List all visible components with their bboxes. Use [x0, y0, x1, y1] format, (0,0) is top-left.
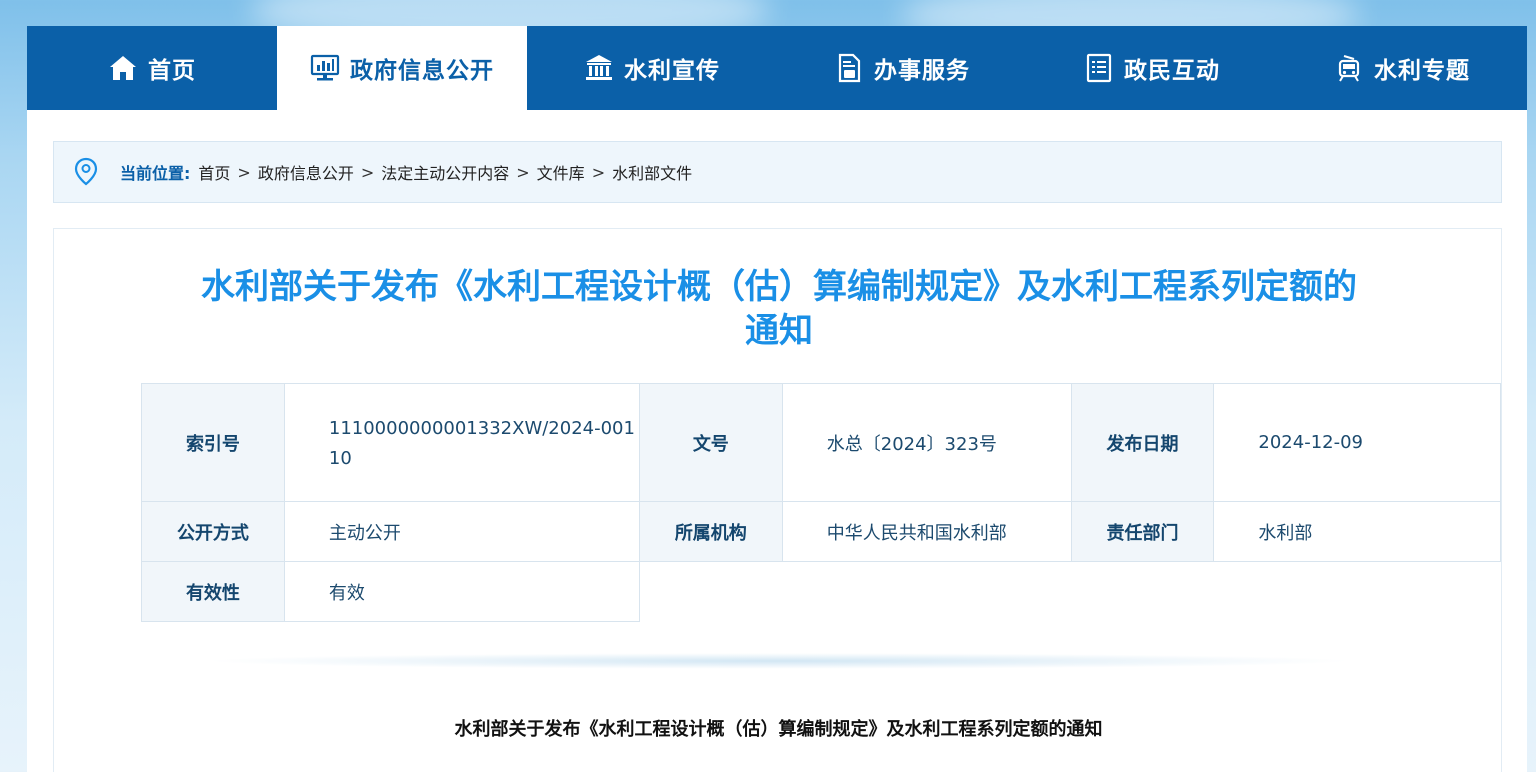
nav-item-label: 政府信息公开	[350, 58, 494, 84]
main-nav: 首页 政府信息公开 水利宣传 办事服务 政民互动 水利专题	[27, 26, 1527, 110]
nav-item-label: 办事服务	[874, 58, 970, 84]
breadcrumb: 当前位置: 首页 > 政府信息公开 > 法定主动公开内容 > 文件库 > 水利部…	[53, 141, 1502, 203]
article-title-line2: 通知	[745, 311, 813, 351]
nav-item-label: 政民互动	[1124, 58, 1220, 84]
breadcrumb-separator: >	[360, 162, 375, 182]
home-icon	[110, 56, 136, 80]
article-title-line1: 水利部关于发布《水利工程设计概（估）算编制规定》及水利工程系列定额的	[201, 267, 1357, 307]
list-doc-icon	[1086, 53, 1112, 83]
org-label: 所属机构	[638, 501, 783, 562]
building-icon	[586, 55, 612, 80]
nav-item-home[interactable]: 首页	[27, 26, 277, 110]
nav-item-label: 水利宣传	[624, 58, 720, 84]
breadcrumb-ministry-files[interactable]: 水利部文件	[612, 160, 692, 184]
breadcrumb-statutory[interactable]: 法定主动公开内容	[381, 160, 509, 184]
method-value: 主动公开	[283, 501, 640, 562]
dept-value: 水利部	[1213, 501, 1501, 562]
nav-item-gov-info[interactable]: 政府信息公开	[277, 26, 527, 110]
docno-label: 文号	[638, 383, 783, 502]
section-divider	[204, 653, 1354, 669]
nav-item-publicity[interactable]: 水利宣传	[527, 26, 777, 110]
validity-value: 有效	[283, 561, 640, 622]
nav-item-topics[interactable]: 水利专题	[1277, 26, 1527, 110]
nav-item-label: 首页	[148, 58, 196, 84]
breadcrumb-separator: >	[591, 162, 606, 182]
breadcrumb-label: 当前位置:	[120, 164, 191, 183]
validity-label: 有效性	[141, 561, 285, 622]
monitor-chart-icon	[310, 54, 340, 81]
breadcrumb-separator: >	[237, 162, 251, 182]
date-value: 2024-12-09	[1213, 383, 1501, 502]
article: 水利部关于发布《水利工程设计概（估）算编制规定》及水利工程系列定额的 通知 索引…	[53, 228, 1502, 772]
body-title: 水利部关于发布《水利工程设计概（估）算编制规定》及水利工程系列定额的通知	[454, 719, 1103, 740]
nav-item-label: 水利专题	[1374, 58, 1470, 84]
metadata-table: 索引号 1110000000001332XW/2024-00110 文号 水总〔…	[141, 383, 1501, 622]
index-value: 1110000000001332XW/2024-00110	[328, 417, 635, 469]
location-pin-icon	[74, 157, 98, 186]
breadcrumb-file-library[interactable]: 文件库	[537, 160, 585, 184]
index-label: 索引号	[141, 383, 285, 502]
breadcrumb-separator: >	[516, 162, 530, 182]
date-label: 发布日期	[1070, 383, 1215, 502]
content-panel: 当前位置: 首页 > 政府信息公开 > 法定主动公开内容 > 文件库 > 水利部…	[27, 110, 1527, 772]
document-service-icon	[838, 53, 861, 83]
nav-item-services[interactable]: 办事服务	[777, 26, 1027, 110]
method-label: 公开方式	[141, 501, 285, 562]
index-cell: 1110000000001332XW/2024-00110	[283, 383, 640, 502]
nav-item-interaction[interactable]: 政民互动	[1027, 26, 1277, 110]
breadcrumb-gov-info[interactable]: 政府信息公开	[258, 160, 354, 184]
dept-label: 责任部门	[1070, 501, 1215, 562]
train-icon	[1338, 55, 1360, 82]
article-title: 水利部关于发布《水利工程设计概（估）算编制规定》及水利工程系列定额的 通知	[114, 265, 1444, 353]
empty-cell	[639, 562, 1500, 622]
docno-value: 水总〔2024〕323号	[781, 383, 1072, 502]
breadcrumb-home[interactable]: 首页	[198, 160, 230, 184]
org-value: 中华人民共和国水利部	[781, 501, 1072, 562]
